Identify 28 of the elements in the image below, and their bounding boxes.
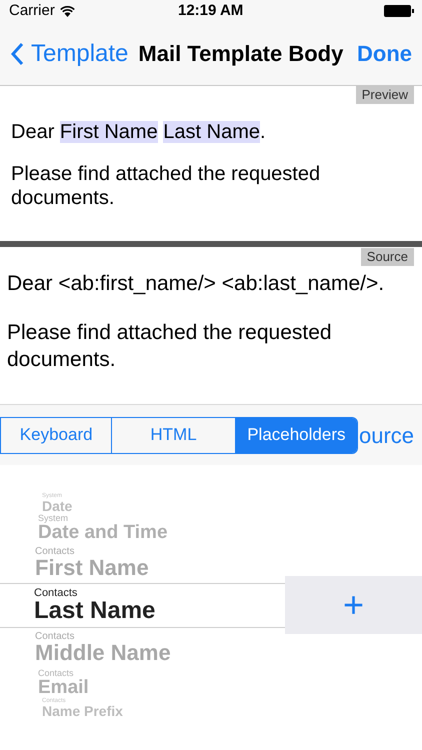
carrier-label: Carrier — [9, 0, 55, 21]
picker-item[interactable]: Last Name — [34, 599, 285, 623]
picker-group-label: Contacts — [38, 669, 75, 678]
nav-title: Mail Template Body — [138, 40, 344, 68]
picker-group-label: System — [38, 514, 70, 523]
wifi-icon — [60, 6, 75, 16]
picker-group-label: Contacts — [35, 632, 76, 642]
picker-item[interactable]: Email — [38, 678, 422, 697]
done-button[interactable]: Done — [357, 37, 412, 70]
chevron-left-icon — [10, 42, 24, 66]
status-time: 12:19 AM — [178, 0, 244, 21]
source-paragraph: Please find attached the requested documents. — [7, 320, 333, 373]
source-button-text[interactable]: ource — [359, 418, 414, 452]
source-paragraph: Dear <ab:first_name/> <ab:last_name/>. — [7, 271, 386, 297]
picker-group-label: Contacts — [34, 588, 78, 599]
segment-tab[interactable]: Keyboard — [1, 418, 112, 452]
picker-item[interactable]: Middle Name — [35, 642, 422, 664]
battery-icon — [384, 5, 414, 17]
segment-tab[interactable]: Placeholders — [234, 418, 357, 452]
picker-item[interactable]: Date and Time — [38, 523, 422, 542]
preview-paragraph: Dear First Name Last Name. — [11, 120, 267, 144]
source-tag: Source — [360, 248, 414, 266]
preview-paragraph: Please find attached the requested documents. — [11, 162, 322, 210]
picker-group-label: Contacts — [35, 547, 76, 557]
add-button[interactable]: + — [285, 576, 422, 634]
preview-tag: Preview — [356, 86, 414, 104]
picker-item[interactable]: First Name — [35, 557, 422, 579]
back-button[interactable]: Template — [10, 36, 128, 72]
